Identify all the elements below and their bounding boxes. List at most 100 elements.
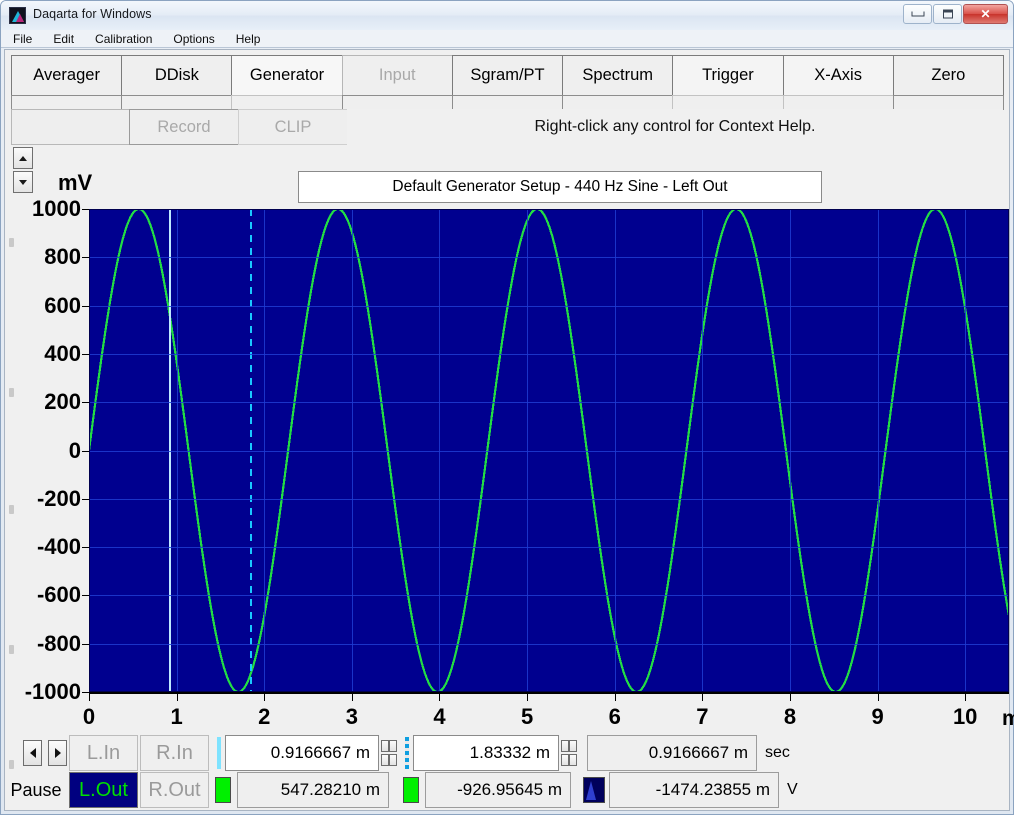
y-axis-tick-label: -600 <box>36 582 81 608</box>
grid-line-horizontal <box>89 402 1009 404</box>
channel-button-l-in[interactable]: L.In <box>69 735 138 771</box>
menu-item-help[interactable]: Help <box>236 32 261 46</box>
cursor-y-delta-field: -926.95645 m <box>425 772 571 808</box>
title-bar: Daqarta for Windows ✕ <box>1 1 1013 31</box>
cursor-x-delta-stepper[interactable] <box>561 735 577 771</box>
y-scale-spinner[interactable] <box>13 147 33 193</box>
pause-button[interactable]: Pause <box>5 772 67 808</box>
chevron-down-icon <box>19 179 27 185</box>
bottom-row-amplitude: Pause L.Out R.Out 547.28210 m -926.95645… <box>5 772 1009 808</box>
cursor-y-value-field: 547.28210 m <box>237 772 389 808</box>
grid-line-horizontal <box>89 353 1009 355</box>
window-buttons: ✕ <box>903 4 1008 24</box>
x-axis-tick-label: 5 <box>520 704 534 729</box>
prev-button[interactable] <box>23 740 42 766</box>
tab-spectrum[interactable]: Spectrum <box>562 55 674 96</box>
delta-cursor-swatch <box>405 737 409 769</box>
y-axis-tick-label: 600 <box>44 292 81 318</box>
x-axis-unit-label: m <box>1002 707 1014 730</box>
arrow-left-icon <box>29 748 36 758</box>
y-axis-tick <box>82 257 89 259</box>
app-logo-icon <box>9 7 26 24</box>
next-button[interactable] <box>48 740 67 766</box>
y-scale-down-button[interactable] <box>13 171 33 193</box>
cursor-x-delta-up-button[interactable] <box>561 740 577 752</box>
cursor-x-value-field[interactable]: 0.9166667 m <box>225 735 379 771</box>
y-scale-up-button[interactable] <box>13 147 33 169</box>
tab-input[interactable]: Input <box>341 55 453 96</box>
strip-averager[interactable] <box>11 95 123 110</box>
tab-underline-strip <box>11 95 1004 110</box>
y-axis-tick <box>82 402 89 404</box>
y-axis-tick-label: -1000 <box>24 679 81 704</box>
tab-sgram-pt[interactable]: Sgram/PT <box>451 55 564 96</box>
nav-buttons <box>5 735 67 771</box>
tab-zero[interactable]: Zero <box>892 55 1004 96</box>
x-axis-tick <box>614 694 616 701</box>
bottom-row-time: L.In R.In 0.9166667 m 1.83332 m 0.916666… <box>5 735 1009 771</box>
grid-line-horizontal <box>89 643 1009 645</box>
strip-trigger[interactable] <box>672 95 784 110</box>
x-axis-tick <box>965 694 967 701</box>
cursor-x-value-stepper[interactable] <box>381 735 397 771</box>
cursor-x-down-button[interactable] <box>381 754 397 766</box>
trace-color-swatch-main <box>215 777 231 803</box>
y-axis-tick <box>82 498 89 500</box>
y-axis-tick-label: -400 <box>36 534 81 560</box>
cursor-x-delta-down-button[interactable] <box>561 754 577 766</box>
menu-bar: File Edit Calibration Options Help <box>1 30 1013 48</box>
record-button[interactable]: Record <box>129 109 239 145</box>
chart-title[interactable]: Default Generator Setup - 440 Hz Sine - … <box>298 171 822 203</box>
waveform-plot-area[interactable] <box>89 209 1009 692</box>
secondary-toolbar: Record CLIP Right-click any control for … <box>11 109 1003 145</box>
menu-item-edit[interactable]: Edit <box>53 32 74 46</box>
window-title: Daqarta for Windows <box>33 7 152 21</box>
minimize-button[interactable] <box>903 4 932 24</box>
strip-generator[interactable] <box>231 95 343 110</box>
maximize-button[interactable] <box>933 4 962 24</box>
cursor-y-diff-field: -1474.23855 m <box>609 772 779 808</box>
x-axis-tick <box>527 694 529 701</box>
clip-indicator[interactable]: CLIP <box>238 109 348 145</box>
x-axis-tick-label: 1 <box>170 704 183 729</box>
x-axis-tick-label: 0 <box>82 704 96 729</box>
channel-button-r-in[interactable]: R.In <box>140 735 209 771</box>
chevron-up-icon <box>568 740 570 752</box>
y-axis-tick <box>82 209 89 210</box>
cursor-x-delta-field[interactable]: 1.83332 m <box>413 735 559 771</box>
strip-sgram-pt[interactable] <box>451 95 564 110</box>
x-axis-ticks <box>89 694 1009 702</box>
menu-item-file[interactable]: File <box>13 32 32 46</box>
x-axis-tick-label: 10 <box>952 704 978 729</box>
x-axis-tick <box>439 694 441 701</box>
y-axis-unit-label: mV <box>58 170 93 195</box>
tab-x-axis[interactable]: X-Axis <box>782 55 894 96</box>
y-axis-tick <box>82 450 89 452</box>
x-axis-tick <box>702 694 704 701</box>
channel-button-r-out[interactable]: R.Out <box>140 772 209 808</box>
cursor-x-up-button[interactable] <box>381 740 397 752</box>
menu-item-calibration[interactable]: Calibration <box>95 32 152 46</box>
tab-trigger[interactable]: Trigger <box>672 55 784 96</box>
y-axis-tick-label: 0 <box>68 437 81 463</box>
strip-zero[interactable] <box>892 95 1004 110</box>
tab-generator[interactable]: Generator <box>231 55 343 96</box>
strip-ddisk[interactable] <box>121 95 233 110</box>
channel-button-l-out[interactable]: L.Out <box>69 772 138 808</box>
close-button[interactable]: ✕ <box>963 4 1008 24</box>
x-axis-tick <box>789 694 791 701</box>
grid-line-horizontal <box>89 257 1009 259</box>
strip-x-axis[interactable] <box>782 95 894 110</box>
x-unit-label: sec <box>765 744 790 761</box>
cursor-x-diff-field: 0.9166667 m <box>587 735 757 771</box>
grid-line-horizontal <box>89 498 1009 500</box>
tab-ddisk[interactable]: DDisk <box>121 55 233 96</box>
module-tab-bar: Averager DDisk Generator Input Sgram/PT … <box>11 55 1004 96</box>
x-axis-tick-label: 6 <box>608 704 621 729</box>
strip-input[interactable] <box>341 95 453 110</box>
strip-spectrum[interactable] <box>562 95 674 110</box>
tab-averager[interactable]: Averager <box>11 55 123 96</box>
y-axis-tick <box>82 692 89 693</box>
menu-item-options[interactable]: Options <box>173 32 214 46</box>
grid-line-horizontal <box>89 547 1009 549</box>
